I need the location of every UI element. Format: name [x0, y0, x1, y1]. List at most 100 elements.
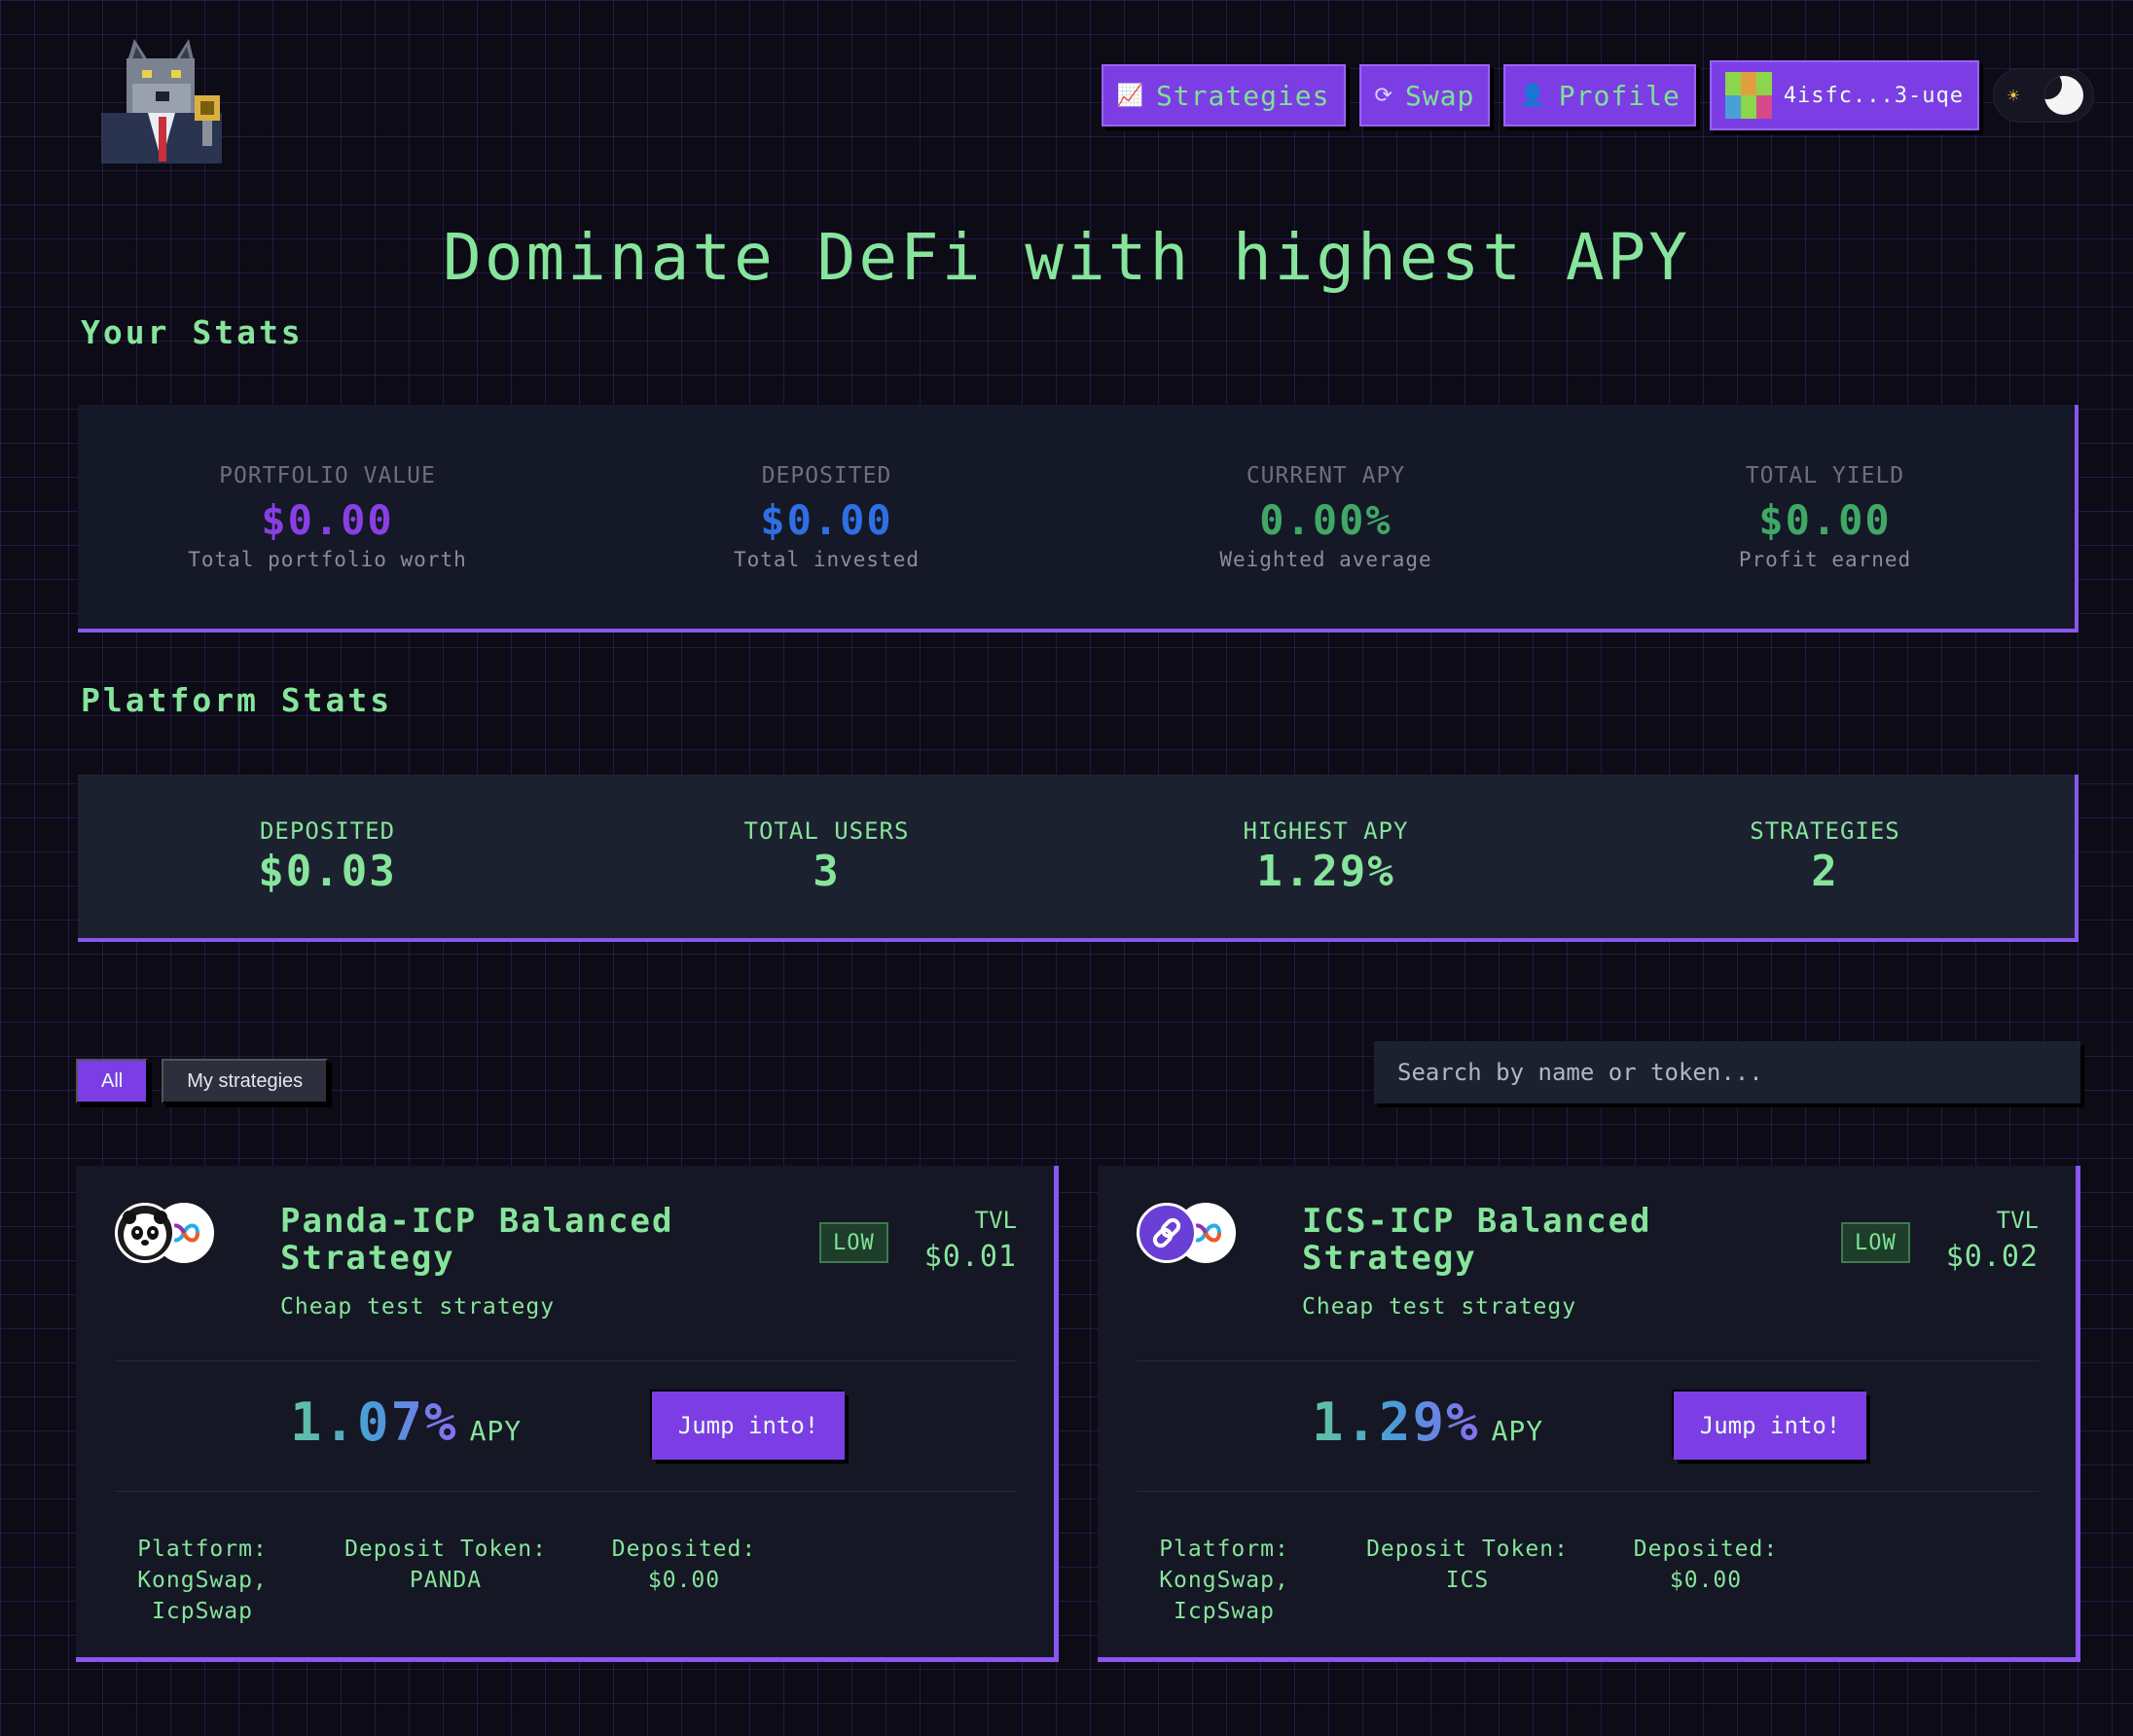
- strategy-card: ICS-ICP Balanced Strategy Cheap test str…: [1098, 1166, 2080, 1662]
- platform-label: Platform:: [137, 1537, 268, 1562]
- apy-unit: APY: [469, 1415, 523, 1447]
- swap-icon: ⟳: [1374, 83, 1393, 108]
- platform-label: Platform:: [1159, 1537, 1289, 1562]
- tvl-value: $0.01: [923, 1240, 1017, 1274]
- platform-stat-users: TOTAL USERS 3: [577, 775, 1076, 938]
- tvl-label: TVL: [1996, 1207, 2039, 1234]
- stat-label: STRATEGIES: [1750, 816, 1900, 845]
- stat-value: 3: [813, 846, 841, 896]
- deposit-token-value: PANDA: [409, 1568, 483, 1593]
- sun-icon: ☀: [2007, 84, 2020, 107]
- stat-value: 2: [1811, 846, 1839, 896]
- platform-info: Platform: KongSwap, IcpSwap: [1137, 1534, 1312, 1627]
- nav-strategies-button[interactable]: 📈 Strategies: [1101, 64, 1346, 127]
- chart-icon: 📈: [1116, 83, 1144, 108]
- stat-value: $0.00: [261, 495, 394, 544]
- deposited-label: Deposited:: [1633, 1537, 1779, 1562]
- nav-profile-label: Profile: [1558, 79, 1681, 112]
- your-stats-panel: PORTFOLIO VALUE $0.00 Total portfolio wo…: [78, 405, 2079, 633]
- apy-unit: APY: [1491, 1415, 1544, 1447]
- tvl-label: TVL: [974, 1207, 1017, 1234]
- strategy-title: Panda-ICP Balanced Strategy: [280, 1202, 674, 1278]
- deposited-value: $0.00: [647, 1568, 721, 1593]
- risk-badge: LOW: [819, 1222, 888, 1263]
- nav-swap-button[interactable]: ⟳ Swap: [1358, 64, 1491, 127]
- stat-sub: Total invested: [733, 547, 920, 571]
- hero-title: Dominate DeFi with highest APY: [442, 220, 1691, 295]
- platform-value: KongSwap, IcpSwap: [137, 1568, 268, 1624]
- platform-stat-deposited: DEPOSITED $0.03: [78, 775, 577, 938]
- moon-icon: [2044, 76, 2083, 115]
- deposit-token-label: Deposit Token:: [344, 1537, 547, 1562]
- token-pair-icons: [1137, 1203, 1238, 1267]
- wallet-avatar-icon: [1724, 72, 1772, 119]
- platform-stats-panel: DEPOSITED $0.03 TOTAL USERS 3 HIGHEST AP…: [78, 775, 2079, 942]
- wallet-button[interactable]: 4isfc...3-uqe: [1709, 60, 1979, 130]
- stat-label: HIGHEST APY: [1243, 816, 1409, 845]
- ics-token-icon: [1137, 1203, 1197, 1263]
- stat-label: CURRENT APY: [1246, 462, 1406, 488]
- deposit-token-info: Deposit Token: ICS: [1360, 1534, 1574, 1596]
- your-stats-title: Your Stats: [81, 313, 304, 351]
- profile-icon: 👤: [1519, 83, 1547, 108]
- platform-info: Platform: KongSwap, IcpSwap: [115, 1534, 290, 1627]
- platform-stat-strategies: STRATEGIES 2: [1575, 775, 2075, 938]
- token-pair-icons: [115, 1203, 216, 1267]
- strategy-title: ICS-ICP Balanced Strategy: [1302, 1202, 1652, 1278]
- deposit-token-value: ICS: [1445, 1568, 1490, 1593]
- stat-portfolio-value: PORTFOLIO VALUE $0.00 Total portfolio wo…: [78, 405, 577, 629]
- stat-sub: Profit earned: [1738, 547, 1912, 571]
- stat-value: 0.00%: [1259, 495, 1392, 544]
- stat-current-apy: CURRENT APY 0.00% Weighted average: [1076, 405, 1575, 629]
- theme-toggle[interactable]: ☀: [1993, 68, 2094, 123]
- platform-stat-highest-apy: HIGHEST APY 1.29%: [1076, 775, 1575, 938]
- apy-value: 1.07%: [290, 1392, 458, 1453]
- platform-stats-title: Platform Stats: [81, 681, 393, 719]
- strategy-description: Cheap test strategy: [280, 1294, 556, 1320]
- tab-my-strategies[interactable]: My strategies: [162, 1059, 329, 1103]
- deposit-token-label: Deposit Token:: [1366, 1537, 1569, 1562]
- top-nav: 📈 Strategies ⟳ Swap 👤 Profile 4isfc...3-…: [1101, 60, 2094, 130]
- apy-value: 1.29%: [1312, 1392, 1480, 1453]
- stat-label: TOTAL USERS: [743, 816, 910, 845]
- strategy-description: Cheap test strategy: [1302, 1294, 1577, 1320]
- filter-tabs: All My strategies: [76, 1059, 329, 1103]
- jump-into-button[interactable]: Jump into!: [652, 1392, 845, 1460]
- stat-value: 1.29%: [1256, 846, 1395, 896]
- apy-display: 1.07% APY: [290, 1392, 522, 1453]
- risk-badge: LOW: [1841, 1222, 1910, 1263]
- apy-display: 1.29% APY: [1312, 1392, 1543, 1453]
- stat-sub: Total portfolio worth: [188, 547, 467, 571]
- search-input[interactable]: [1374, 1041, 2080, 1103]
- stat-label: DEPOSITED: [259, 816, 396, 845]
- deposited-value: $0.00: [1669, 1568, 1743, 1593]
- nav-profile-button[interactable]: 👤 Profile: [1503, 64, 1696, 127]
- divider: [115, 1360, 1017, 1361]
- platform-value: KongSwap, IcpSwap: [1159, 1568, 1289, 1624]
- stat-label: TOTAL YIELD: [1745, 462, 1905, 488]
- divider: [115, 1491, 1017, 1492]
- deposited-label: Deposited:: [611, 1537, 757, 1562]
- stat-value: $0.00: [1758, 495, 1892, 544]
- stat-value: $0.03: [258, 846, 397, 896]
- wallet-address: 4isfc...3-uqe: [1783, 83, 1964, 108]
- tvl-value: $0.02: [1945, 1240, 2039, 1274]
- nav-swap-label: Swap: [1404, 79, 1475, 112]
- stat-sub: Weighted average: [1219, 547, 1432, 571]
- divider: [1137, 1491, 2039, 1492]
- deposited-info: Deposited: $0.00: [592, 1534, 777, 1596]
- wolf-logo[interactable]: [93, 35, 230, 163]
- deposited-info: Deposited: $0.00: [1613, 1534, 1798, 1596]
- strategy-card: Panda-ICP Balanced Strategy Cheap test s…: [76, 1166, 1059, 1662]
- jump-into-button[interactable]: Jump into!: [1674, 1392, 1866, 1460]
- stat-deposited: DEPOSITED $0.00 Total invested: [577, 405, 1076, 629]
- divider: [1137, 1360, 2039, 1361]
- tab-all[interactable]: All: [76, 1059, 149, 1103]
- stat-label: PORTFOLIO VALUE: [219, 462, 436, 488]
- panda-token-icon: [115, 1203, 175, 1263]
- stat-value: $0.00: [760, 495, 893, 544]
- deposit-token-info: Deposit Token: PANDA: [339, 1534, 553, 1596]
- stat-label: DEPOSITED: [761, 462, 892, 488]
- stat-total-yield: TOTAL YIELD $0.00 Profit earned: [1575, 405, 2075, 629]
- nav-strategies-label: Strategies: [1155, 79, 1330, 112]
